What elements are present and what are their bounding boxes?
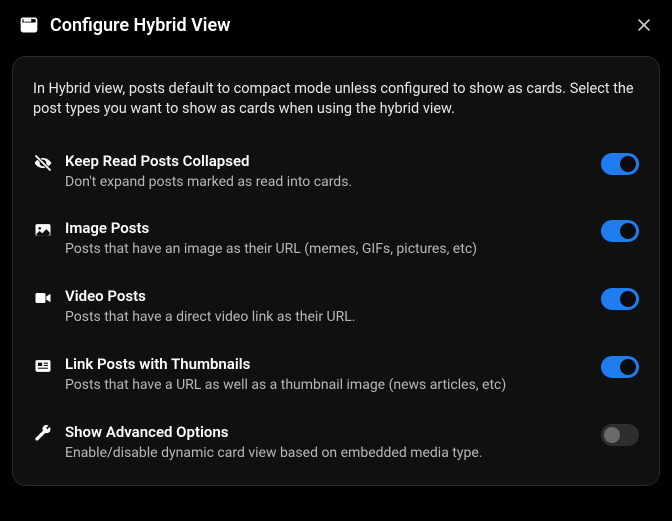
option-desc: Don't expand posts marked as read into c… [65,173,589,192]
option-image: Image Posts Posts that have an image as … [13,205,659,273]
dialog-title: Configure Hybrid View [50,15,634,36]
option-desc: Posts that have a direct video link as t… [65,308,589,327]
option-text: Image Posts Posts that have an image as … [65,219,589,259]
option-label: Video Posts [65,287,589,305]
option-video: Video Posts Posts that have a direct vid… [13,273,659,341]
option-desc: Posts that have a URL as well as a thumb… [65,376,589,395]
toggle-keep-read[interactable] [601,153,639,175]
option-label: Keep Read Posts Collapsed [65,152,589,170]
dialog-window: Configure Hybrid View In Hybrid view, po… [0,0,672,521]
option-label: Image Posts [65,219,589,237]
toggle-link[interactable] [601,356,639,378]
option-text: Keep Read Posts Collapsed Don't expand p… [65,152,589,192]
image-icon [33,220,53,240]
newspaper-icon [33,356,53,376]
option-desc: Enable/disable dynamic card view based o… [65,444,589,463]
options-panel: In Hybrid view, posts default to compact… [12,56,660,486]
wrench-icon [33,424,53,444]
option-label: Show Advanced Options [65,423,589,441]
video-icon [33,288,53,308]
eye-off-icon [33,153,53,173]
close-button[interactable] [634,15,654,35]
window-icon [18,14,40,36]
option-desc: Posts that have an image as their URL (m… [65,240,589,259]
option-text: Show Advanced Options Enable/disable dyn… [65,423,589,463]
option-keep-read: Keep Read Posts Collapsed Don't expand p… [13,138,659,206]
toggle-video[interactable] [601,288,639,310]
option-label: Link Posts with Thumbnails [65,355,589,373]
titlebar: Configure Hybrid View [0,0,672,48]
option-link: Link Posts with Thumbnails Posts that ha… [13,341,659,409]
option-text: Video Posts Posts that have a direct vid… [65,287,589,327]
intro-text: In Hybrid view, posts default to compact… [13,67,659,138]
option-advanced: Show Advanced Options Enable/disable dyn… [13,409,659,477]
toggle-image[interactable] [601,220,639,242]
toggle-advanced[interactable] [601,424,639,446]
option-text: Link Posts with Thumbnails Posts that ha… [65,355,589,395]
